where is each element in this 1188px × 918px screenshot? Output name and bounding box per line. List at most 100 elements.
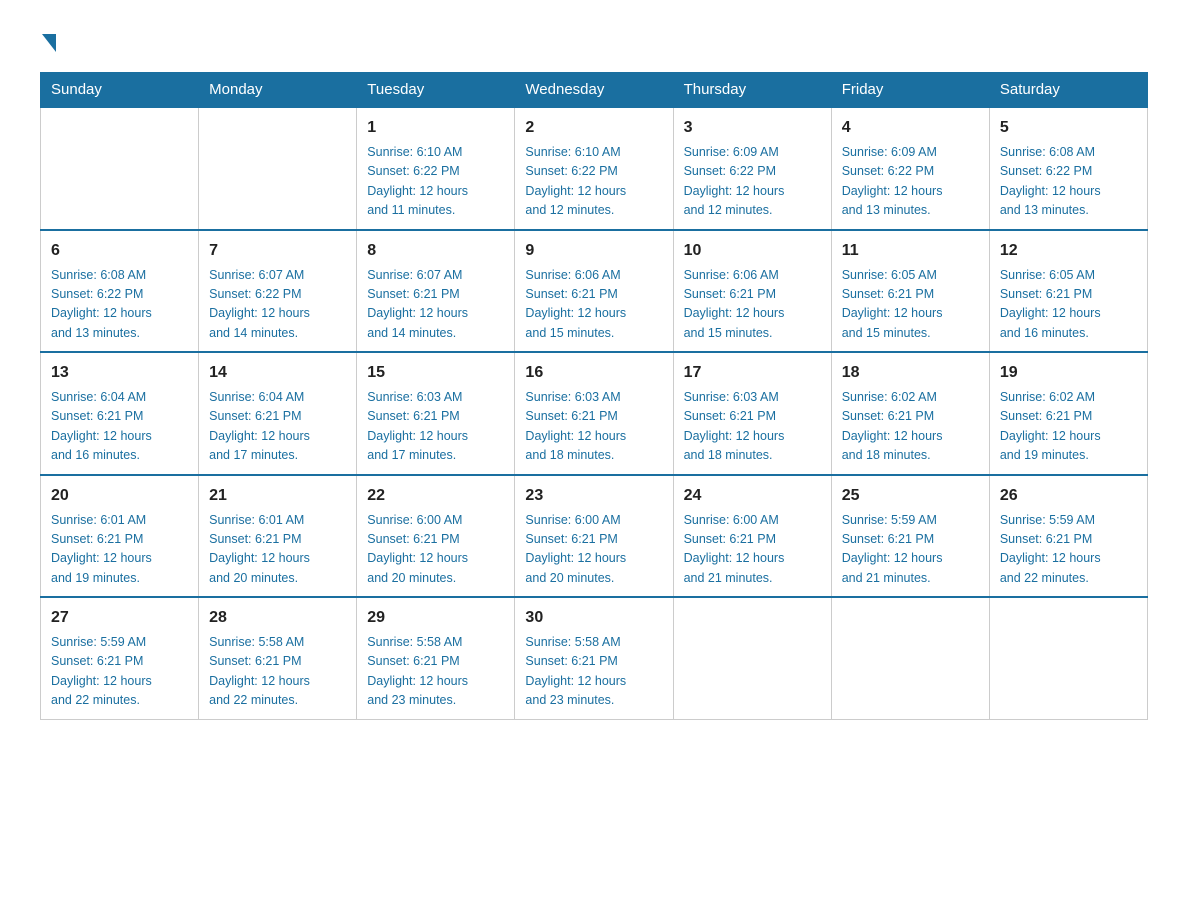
- calendar-week-2: 6 Sunrise: 6:08 AMSunset: 6:22 PMDaylight…: [41, 230, 1148, 353]
- calendar-cell: 13 Sunrise: 6:04 AMSunset: 6:21 PMDayligh…: [41, 352, 199, 475]
- day-number: 19: [1000, 361, 1137, 385]
- column-header-sunday: Sunday: [41, 73, 199, 108]
- column-header-monday: Monday: [199, 73, 357, 108]
- column-header-saturday: Saturday: [989, 73, 1147, 108]
- day-info: Sunrise: 6:04 AMSunset: 6:21 PMDaylight:…: [51, 388, 188, 466]
- day-number: 13: [51, 361, 188, 385]
- day-info: Sunrise: 6:01 AMSunset: 6:21 PMDaylight:…: [209, 511, 346, 589]
- day-info: Sunrise: 6:06 AMSunset: 6:21 PMDaylight:…: [525, 266, 662, 344]
- day-info: Sunrise: 6:09 AMSunset: 6:22 PMDaylight:…: [842, 143, 979, 221]
- day-number: 27: [51, 606, 188, 630]
- calendar-week-3: 13 Sunrise: 6:04 AMSunset: 6:21 PMDayligh…: [41, 352, 1148, 475]
- day-info: Sunrise: 6:07 AMSunset: 6:21 PMDaylight:…: [367, 266, 504, 344]
- day-number: 4: [842, 116, 979, 140]
- day-number: 10: [684, 239, 821, 263]
- day-number: 24: [684, 484, 821, 508]
- calendar-week-4: 20 Sunrise: 6:01 AMSunset: 6:21 PMDayligh…: [41, 475, 1148, 598]
- column-header-friday: Friday: [831, 73, 989, 108]
- calendar-cell: 16 Sunrise: 6:03 AMSunset: 6:21 PMDayligh…: [515, 352, 673, 475]
- calendar-cell: [673, 597, 831, 719]
- day-info: Sunrise: 6:02 AMSunset: 6:21 PMDaylight:…: [1000, 388, 1137, 466]
- calendar-cell: 17 Sunrise: 6:03 AMSunset: 6:21 PMDayligh…: [673, 352, 831, 475]
- day-info: Sunrise: 5:58 AMSunset: 6:21 PMDaylight:…: [525, 633, 662, 711]
- day-info: Sunrise: 6:00 AMSunset: 6:21 PMDaylight:…: [525, 511, 662, 589]
- calendar-cell: 27 Sunrise: 5:59 AMSunset: 6:21 PMDayligh…: [41, 597, 199, 719]
- calendar-cell: 6 Sunrise: 6:08 AMSunset: 6:22 PMDaylight…: [41, 230, 199, 353]
- calendar-cell: [41, 107, 199, 230]
- calendar-cell: [199, 107, 357, 230]
- calendar-cell: 12 Sunrise: 6:05 AMSunset: 6:21 PMDayligh…: [989, 230, 1147, 353]
- day-info: Sunrise: 6:03 AMSunset: 6:21 PMDaylight:…: [525, 388, 662, 466]
- day-number: 26: [1000, 484, 1137, 508]
- day-number: 23: [525, 484, 662, 508]
- calendar-cell: 2Sunrise: 6:10 AMSunset: 6:22 PMDaylight…: [515, 107, 673, 230]
- day-number: 8: [367, 239, 504, 263]
- calendar-week-5: 27 Sunrise: 5:59 AMSunset: 6:21 PMDayligh…: [41, 597, 1148, 719]
- day-number: 11: [842, 239, 979, 263]
- calendar-cell: 9Sunrise: 6:06 AMSunset: 6:21 PMDaylight…: [515, 230, 673, 353]
- calendar-cell: [989, 597, 1147, 719]
- calendar-cell: 23 Sunrise: 6:00 AMSunset: 6:21 PMDayligh…: [515, 475, 673, 598]
- calendar-cell: 21 Sunrise: 6:01 AMSunset: 6:21 PMDayligh…: [199, 475, 357, 598]
- day-number: 17: [684, 361, 821, 385]
- column-header-wednesday: Wednesday: [515, 73, 673, 108]
- day-number: 22: [367, 484, 504, 508]
- day-info: Sunrise: 6:07 AMSunset: 6:22 PMDaylight:…: [209, 266, 346, 344]
- calendar-cell: 24 Sunrise: 6:00 AMSunset: 6:21 PMDayligh…: [673, 475, 831, 598]
- day-info: Sunrise: 6:03 AMSunset: 6:21 PMDaylight:…: [684, 388, 821, 466]
- day-info: Sunrise: 5:58 AMSunset: 6:21 PMDaylight:…: [367, 633, 504, 711]
- day-number: 5: [1000, 116, 1137, 140]
- calendar-cell: 3 Sunrise: 6:09 AMSunset: 6:22 PMDaylight…: [673, 107, 831, 230]
- calendar-cell: 26 Sunrise: 5:59 AMSunset: 6:21 PMDayligh…: [989, 475, 1147, 598]
- logo-arrow-icon: [42, 34, 56, 52]
- calendar-cell: 29Sunrise: 5:58 AMSunset: 6:21 PMDayligh…: [357, 597, 515, 719]
- day-number: 15: [367, 361, 504, 385]
- calendar-cell: 19 Sunrise: 6:02 AMSunset: 6:21 PMDayligh…: [989, 352, 1147, 475]
- day-info: Sunrise: 6:02 AMSunset: 6:21 PMDaylight:…: [842, 388, 979, 466]
- day-number: 6: [51, 239, 188, 263]
- calendar-cell: 8 Sunrise: 6:07 AMSunset: 6:21 PMDaylight…: [357, 230, 515, 353]
- day-info: Sunrise: 6:05 AMSunset: 6:21 PMDaylight:…: [842, 266, 979, 344]
- calendar-cell: 22 Sunrise: 6:00 AMSunset: 6:21 PMDayligh…: [357, 475, 515, 598]
- day-number: 21: [209, 484, 346, 508]
- calendar-cell: 5 Sunrise: 6:08 AMSunset: 6:22 PMDaylight…: [989, 107, 1147, 230]
- calendar-cell: 18 Sunrise: 6:02 AMSunset: 6:21 PMDayligh…: [831, 352, 989, 475]
- day-info: Sunrise: 5:59 AMSunset: 6:21 PMDaylight:…: [842, 511, 979, 589]
- calendar-cell: [831, 597, 989, 719]
- calendar-cell: 28Sunrise: 5:58 AMSunset: 6:21 PMDayligh…: [199, 597, 357, 719]
- day-info: Sunrise: 6:04 AMSunset: 6:21 PMDaylight:…: [209, 388, 346, 466]
- day-info: Sunrise: 6:08 AMSunset: 6:22 PMDaylight:…: [51, 266, 188, 344]
- day-number: 1: [367, 116, 504, 140]
- day-info: Sunrise: 6:00 AMSunset: 6:21 PMDaylight:…: [367, 511, 504, 589]
- day-info: Sunrise: 6:09 AMSunset: 6:22 PMDaylight:…: [684, 143, 821, 221]
- day-info: Sunrise: 6:03 AMSunset: 6:21 PMDaylight:…: [367, 388, 504, 466]
- day-number: 20: [51, 484, 188, 508]
- calendar-cell: 11 Sunrise: 6:05 AMSunset: 6:21 PMDayligh…: [831, 230, 989, 353]
- day-info: Sunrise: 6:01 AMSunset: 6:21 PMDaylight:…: [51, 511, 188, 589]
- calendar-cell: 4 Sunrise: 6:09 AMSunset: 6:22 PMDaylight…: [831, 107, 989, 230]
- day-info: Sunrise: 6:05 AMSunset: 6:21 PMDaylight:…: [1000, 266, 1137, 344]
- day-info: Sunrise: 5:59 AMSunset: 6:21 PMDaylight:…: [51, 633, 188, 711]
- day-number: 25: [842, 484, 979, 508]
- calendar-cell: 1Sunrise: 6:10 AMSunset: 6:22 PMDaylight…: [357, 107, 515, 230]
- column-header-tuesday: Tuesday: [357, 73, 515, 108]
- day-info: Sunrise: 6:10 AMSunset: 6:22 PMDaylight:…: [525, 143, 662, 221]
- day-number: 16: [525, 361, 662, 385]
- logo: [40, 30, 56, 52]
- calendar-cell: 25 Sunrise: 5:59 AMSunset: 6:21 PMDayligh…: [831, 475, 989, 598]
- day-number: 3: [684, 116, 821, 140]
- day-number: 12: [1000, 239, 1137, 263]
- day-info: Sunrise: 5:59 AMSunset: 6:21 PMDaylight:…: [1000, 511, 1137, 589]
- page-header: [40, 30, 1148, 52]
- calendar-cell: 7 Sunrise: 6:07 AMSunset: 6:22 PMDaylight…: [199, 230, 357, 353]
- calendar-cell: 14Sunrise: 6:04 AMSunset: 6:21 PMDayligh…: [199, 352, 357, 475]
- calendar-cell: 20 Sunrise: 6:01 AMSunset: 6:21 PMDayligh…: [41, 475, 199, 598]
- day-number: 7: [209, 239, 346, 263]
- day-number: 18: [842, 361, 979, 385]
- calendar-cell: 15 Sunrise: 6:03 AMSunset: 6:21 PMDayligh…: [357, 352, 515, 475]
- calendar-cell: 10Sunrise: 6:06 AMSunset: 6:21 PMDayligh…: [673, 230, 831, 353]
- day-info: Sunrise: 6:00 AMSunset: 6:21 PMDaylight:…: [684, 511, 821, 589]
- day-info: Sunrise: 6:08 AMSunset: 6:22 PMDaylight:…: [1000, 143, 1137, 221]
- column-header-thursday: Thursday: [673, 73, 831, 108]
- day-number: 28: [209, 606, 346, 630]
